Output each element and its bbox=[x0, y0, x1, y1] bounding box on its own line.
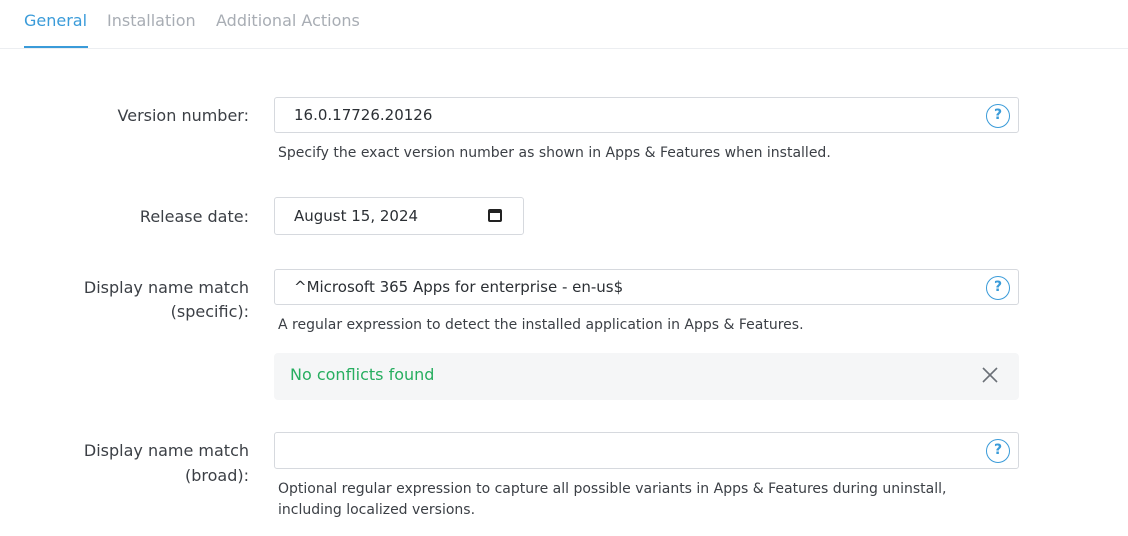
version-number-input[interactable]: 16.0.17726.20126 ? bbox=[274, 97, 1019, 133]
version-number-hint: Specify the exact version number as show… bbox=[278, 145, 831, 161]
tab-bar: General Installation Additional Actions bbox=[0, 0, 1128, 49]
specific-match-hint: A regular expression to detect the insta… bbox=[278, 317, 804, 333]
broad-match-label-line2: (broad): bbox=[184, 466, 249, 485]
specific-match-value: ^Microsoft 365 Apps for enterprise - en-… bbox=[294, 278, 624, 296]
active-tab-indicator bbox=[24, 46, 88, 48]
close-icon[interactable] bbox=[979, 364, 1001, 386]
calendar-icon[interactable] bbox=[488, 209, 502, 222]
version-number-value: 16.0.17726.20126 bbox=[294, 106, 433, 124]
conflicts-notice: No conflicts found bbox=[274, 353, 1019, 400]
release-date-input[interactable]: August 15, 2024 bbox=[274, 197, 524, 235]
tab-additional-actions[interactable]: Additional Actions bbox=[216, 11, 360, 30]
no-conflicts-message: No conflicts found bbox=[290, 365, 435, 384]
specific-match-label-line2: (specific): bbox=[170, 302, 249, 321]
broad-match-label-line1: Display name match bbox=[83, 441, 249, 460]
help-circle-icon[interactable]: ? bbox=[986, 104, 1010, 128]
help-circle-icon[interactable]: ? bbox=[986, 439, 1010, 463]
broad-match-input[interactable]: ? bbox=[274, 432, 1019, 469]
tab-general[interactable]: General bbox=[24, 11, 87, 30]
release-date-value: August 15, 2024 bbox=[294, 207, 419, 225]
version-number-label: Version number: bbox=[117, 106, 249, 125]
release-date-label: Release date: bbox=[139, 207, 249, 226]
help-circle-icon[interactable]: ? bbox=[986, 276, 1010, 300]
tab-installation[interactable]: Installation bbox=[107, 11, 196, 30]
broad-match-hint-line1: Optional regular expression to capture a… bbox=[278, 481, 947, 497]
broad-match-hint-line2: including localized versions. bbox=[278, 502, 476, 518]
specific-match-label-line1: Display name match bbox=[83, 278, 249, 297]
specific-match-input[interactable]: ^Microsoft 365 Apps for enterprise - en-… bbox=[274, 269, 1019, 305]
